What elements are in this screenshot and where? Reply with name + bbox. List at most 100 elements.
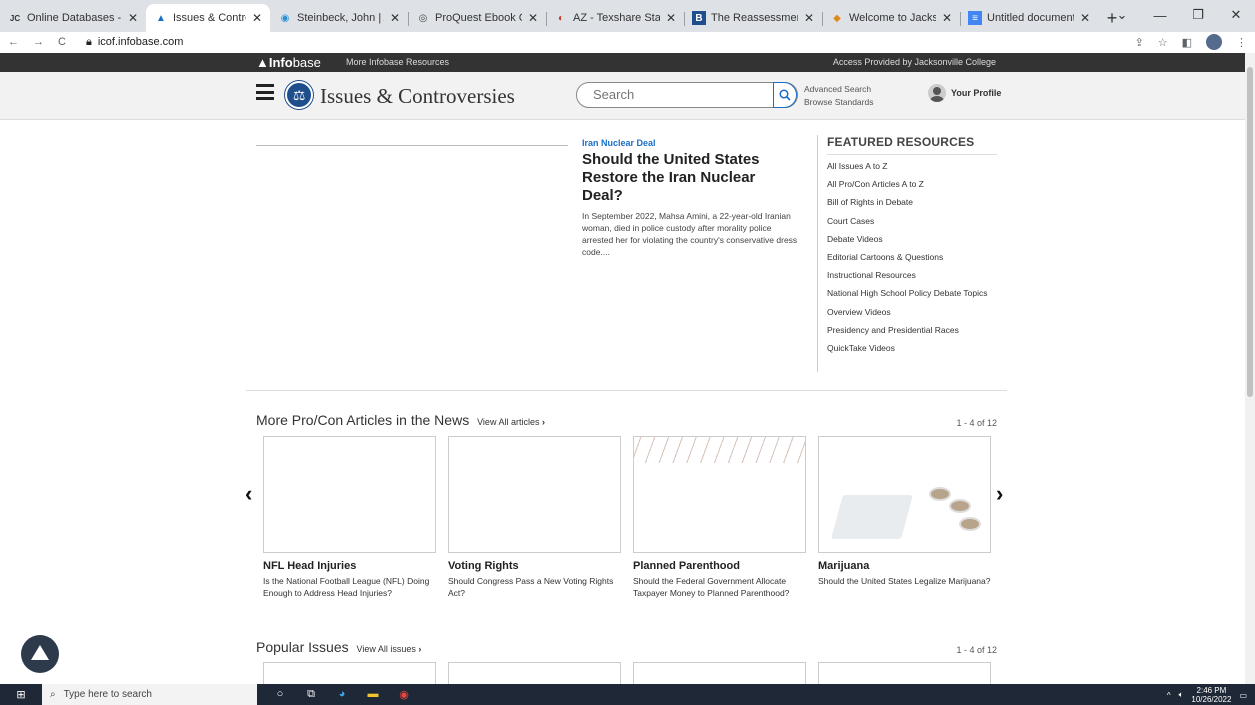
infobase-icon: ▲: [156, 12, 166, 24]
procon-card-marijuana[interactable]: Marijuana Should the United States Legal…: [818, 436, 991, 587]
cortana-icon[interactable]: ○: [271, 688, 289, 701]
procon-card-voting[interactable]: Voting Rights Should Congress Pass a New…: [448, 436, 621, 599]
browse-standards-link[interactable]: Browse Standards: [804, 96, 873, 109]
view-all-issues-link[interactable]: View All issues ›: [357, 644, 422, 654]
view-all-articles-link[interactable]: View All articles ›: [477, 417, 545, 427]
tab-issues-controversies[interactable]: ▲ Issues & Controversies ✕: [146, 4, 270, 32]
resource-link[interactable]: Presidency and Presidential Races: [827, 325, 997, 336]
back-icon[interactable]: ←: [8, 36, 19, 48]
resource-link[interactable]: National High School Policy Debate Topic…: [827, 288, 997, 299]
scrollbar-thumb[interactable]: [1247, 67, 1253, 397]
lock-icon: 🔒︎: [86, 35, 92, 48]
close-window-icon[interactable]: ✕: [1217, 7, 1255, 23]
forward-icon[interactable]: →: [33, 36, 44, 48]
file-explorer-icon[interactable]: ▬: [364, 688, 382, 701]
close-tab-icon[interactable]: ✕: [128, 11, 138, 25]
close-tab-icon[interactable]: ✕: [1080, 11, 1090, 25]
hamburger-menu-icon[interactable]: [256, 84, 274, 100]
reload-icon[interactable]: C: [58, 36, 66, 48]
procon-pagination-count: 1 - 4 of 12: [956, 418, 997, 428]
carousel-prev-arrow-icon[interactable]: ‹: [245, 481, 252, 507]
url-field[interactable]: 🔒︎ icof.infobase.com: [86, 36, 183, 49]
search-button[interactable]: [773, 82, 797, 108]
tab-texshare[interactable]: ◐ AZ - Texshare State Library ✕: [546, 4, 684, 32]
card-thumbnail[interactable]: [263, 436, 436, 553]
restore-icon[interactable]: ❐: [1179, 7, 1217, 23]
close-tab-icon[interactable]: ✕: [804, 11, 814, 25]
logo-bold-text: Info: [268, 55, 293, 70]
resource-link[interactable]: Instructional Resources: [827, 270, 997, 281]
minimize-icon[interactable]: —: [1141, 8, 1179, 23]
site-title[interactable]: Issues & Controversies: [320, 84, 515, 109]
card-title[interactable]: Planned Parenthood: [633, 560, 806, 572]
your-profile-button[interactable]: Your Profile: [928, 84, 1001, 102]
resource-link[interactable]: Debate Videos: [827, 234, 997, 245]
resource-link[interactable]: Court Cases: [827, 216, 997, 227]
close-tab-icon[interactable]: ✕: [252, 11, 262, 25]
resource-link[interactable]: Bill of Rights in Debate: [827, 197, 997, 208]
card-subtitle[interactable]: Should the United States Legalize Mariju…: [818, 575, 991, 587]
planned-parenthood-image[interactable]: [633, 436, 806, 553]
close-tab-icon[interactable]: ✕: [666, 11, 676, 25]
card-title[interactable]: NFL Head Injuries: [263, 560, 436, 572]
tray-chevron-icon[interactable]: ^: [1167, 691, 1171, 700]
marijuana-dispensary-image[interactable]: [818, 436, 991, 553]
procon-card-planned-parenthood[interactable]: Planned Parenthood Should the Federal Go…: [633, 436, 806, 599]
share-icon[interactable]: ⇪: [1135, 36, 1144, 49]
advanced-search-link[interactable]: Advanced Search: [804, 83, 873, 96]
windows-start-icon[interactable]: ⊞: [0, 688, 42, 701]
browser-profile-avatar[interactable]: [1206, 34, 1222, 50]
resource-link[interactable]: All Issues A to Z: [827, 161, 997, 172]
bookmark-star-icon[interactable]: ☆: [1158, 36, 1168, 49]
accessibility-widget-button[interactable]: [21, 635, 59, 673]
browser-menu-icon[interactable]: ⋮: [1236, 36, 1247, 49]
procon-card-nfl[interactable]: NFL Head Injuries Is the National Footba…: [263, 436, 436, 599]
feature-title-link[interactable]: Should the United States Restore the Ira…: [582, 151, 782, 205]
task-view-icon[interactable]: ⧉: [302, 688, 320, 701]
notifications-icon[interactable]: ▭: [1239, 691, 1247, 700]
taskbar-search-box[interactable]: ⌕ Type here to search: [42, 684, 257, 705]
infobase-logo[interactable]: ▲Infobase: [256, 55, 321, 70]
edge-icon[interactable]: ◕: [333, 688, 351, 701]
tab-online-databases[interactable]: JC Online Databases - Jacksonville ✕: [0, 4, 146, 32]
chrome-icon[interactable]: ◉: [395, 688, 413, 701]
scales-of-justice-icon[interactable]: ⚖: [285, 81, 313, 109]
windows-taskbar: ⊞ ⌕ Type here to search ○ ⧉ ◕ ▬ ◉ ^ 🔈︎ 2…: [0, 684, 1255, 705]
browser-tab-bar: JC Online Databases - Jacksonville ✕ ▲ I…: [0, 0, 1255, 32]
volume-icon[interactable]: 🔈︎: [1179, 690, 1184, 700]
close-tab-icon[interactable]: ✕: [942, 11, 952, 25]
resource-link[interactable]: All Pro/Con Articles A to Z: [827, 179, 997, 190]
side-panel-icon[interactable]: ◧: [1182, 36, 1192, 49]
tab-proquest[interactable]: ◎ ProQuest Ebook Central - ✕: [408, 4, 546, 32]
feature-category-link[interactable]: Iran Nuclear Deal: [582, 138, 656, 148]
tab-title: Steinbeck, John | Article | W: [297, 12, 384, 24]
card-subtitle[interactable]: Is the National Football League (NFL) Do…: [263, 575, 436, 599]
card-subtitle[interactable]: Should the Federal Government Allocate T…: [633, 575, 806, 599]
resource-link[interactable]: Overview Videos: [827, 307, 997, 318]
card-title[interactable]: Marijuana: [818, 560, 991, 572]
resource-link[interactable]: Editorial Cartoons & Questions: [827, 252, 997, 263]
more-resources-link[interactable]: More Infobase Resources: [346, 57, 449, 67]
tab-title: Untitled document - Goog: [987, 12, 1074, 24]
page-scrollbar[interactable]: [1245, 53, 1255, 684]
tab-welcome-jacksonville[interactable]: ◆ Welcome to Jacksonville C ✕: [822, 4, 960, 32]
tab-search-icon[interactable]: ⌄: [1103, 7, 1141, 23]
card-title[interactable]: Voting Rights: [448, 560, 621, 572]
close-tab-icon[interactable]: ✕: [528, 11, 538, 25]
jar-shape: [949, 499, 971, 513]
docs-icon: ≡: [968, 11, 982, 25]
carousel-next-arrow-icon[interactable]: ›: [996, 481, 1003, 507]
tab-untitled-document[interactable]: ≡ Untitled document - Goog ✕: [960, 4, 1098, 32]
voting-stickers-image[interactable]: [448, 436, 621, 553]
tab-title: ProQuest Ebook Central -: [435, 12, 522, 24]
taskbar-search-placeholder: Type here to search: [63, 689, 152, 700]
tab-steinbeck[interactable]: ◉ Steinbeck, John | Article | W ✕: [270, 4, 408, 32]
tab-reassessment[interactable]: B The Reassessment of John ✕: [684, 4, 822, 32]
featured-resources-panel: FEATURED RESOURCES All Issues A to Z All…: [817, 135, 997, 372]
card-subtitle[interactable]: Should Congress Pass a New Voting Rights…: [448, 575, 621, 599]
resource-link[interactable]: QuickTake Videos: [827, 343, 997, 354]
taskbar-clock[interactable]: 2:46 PM 10/26/2022: [1191, 686, 1231, 704]
address-bar: ← → C 🔒︎ icof.infobase.com ⇪ ☆ ◧ ⋮: [0, 32, 1255, 52]
close-tab-icon[interactable]: ✕: [390, 11, 400, 25]
search-input[interactable]: [593, 87, 763, 102]
